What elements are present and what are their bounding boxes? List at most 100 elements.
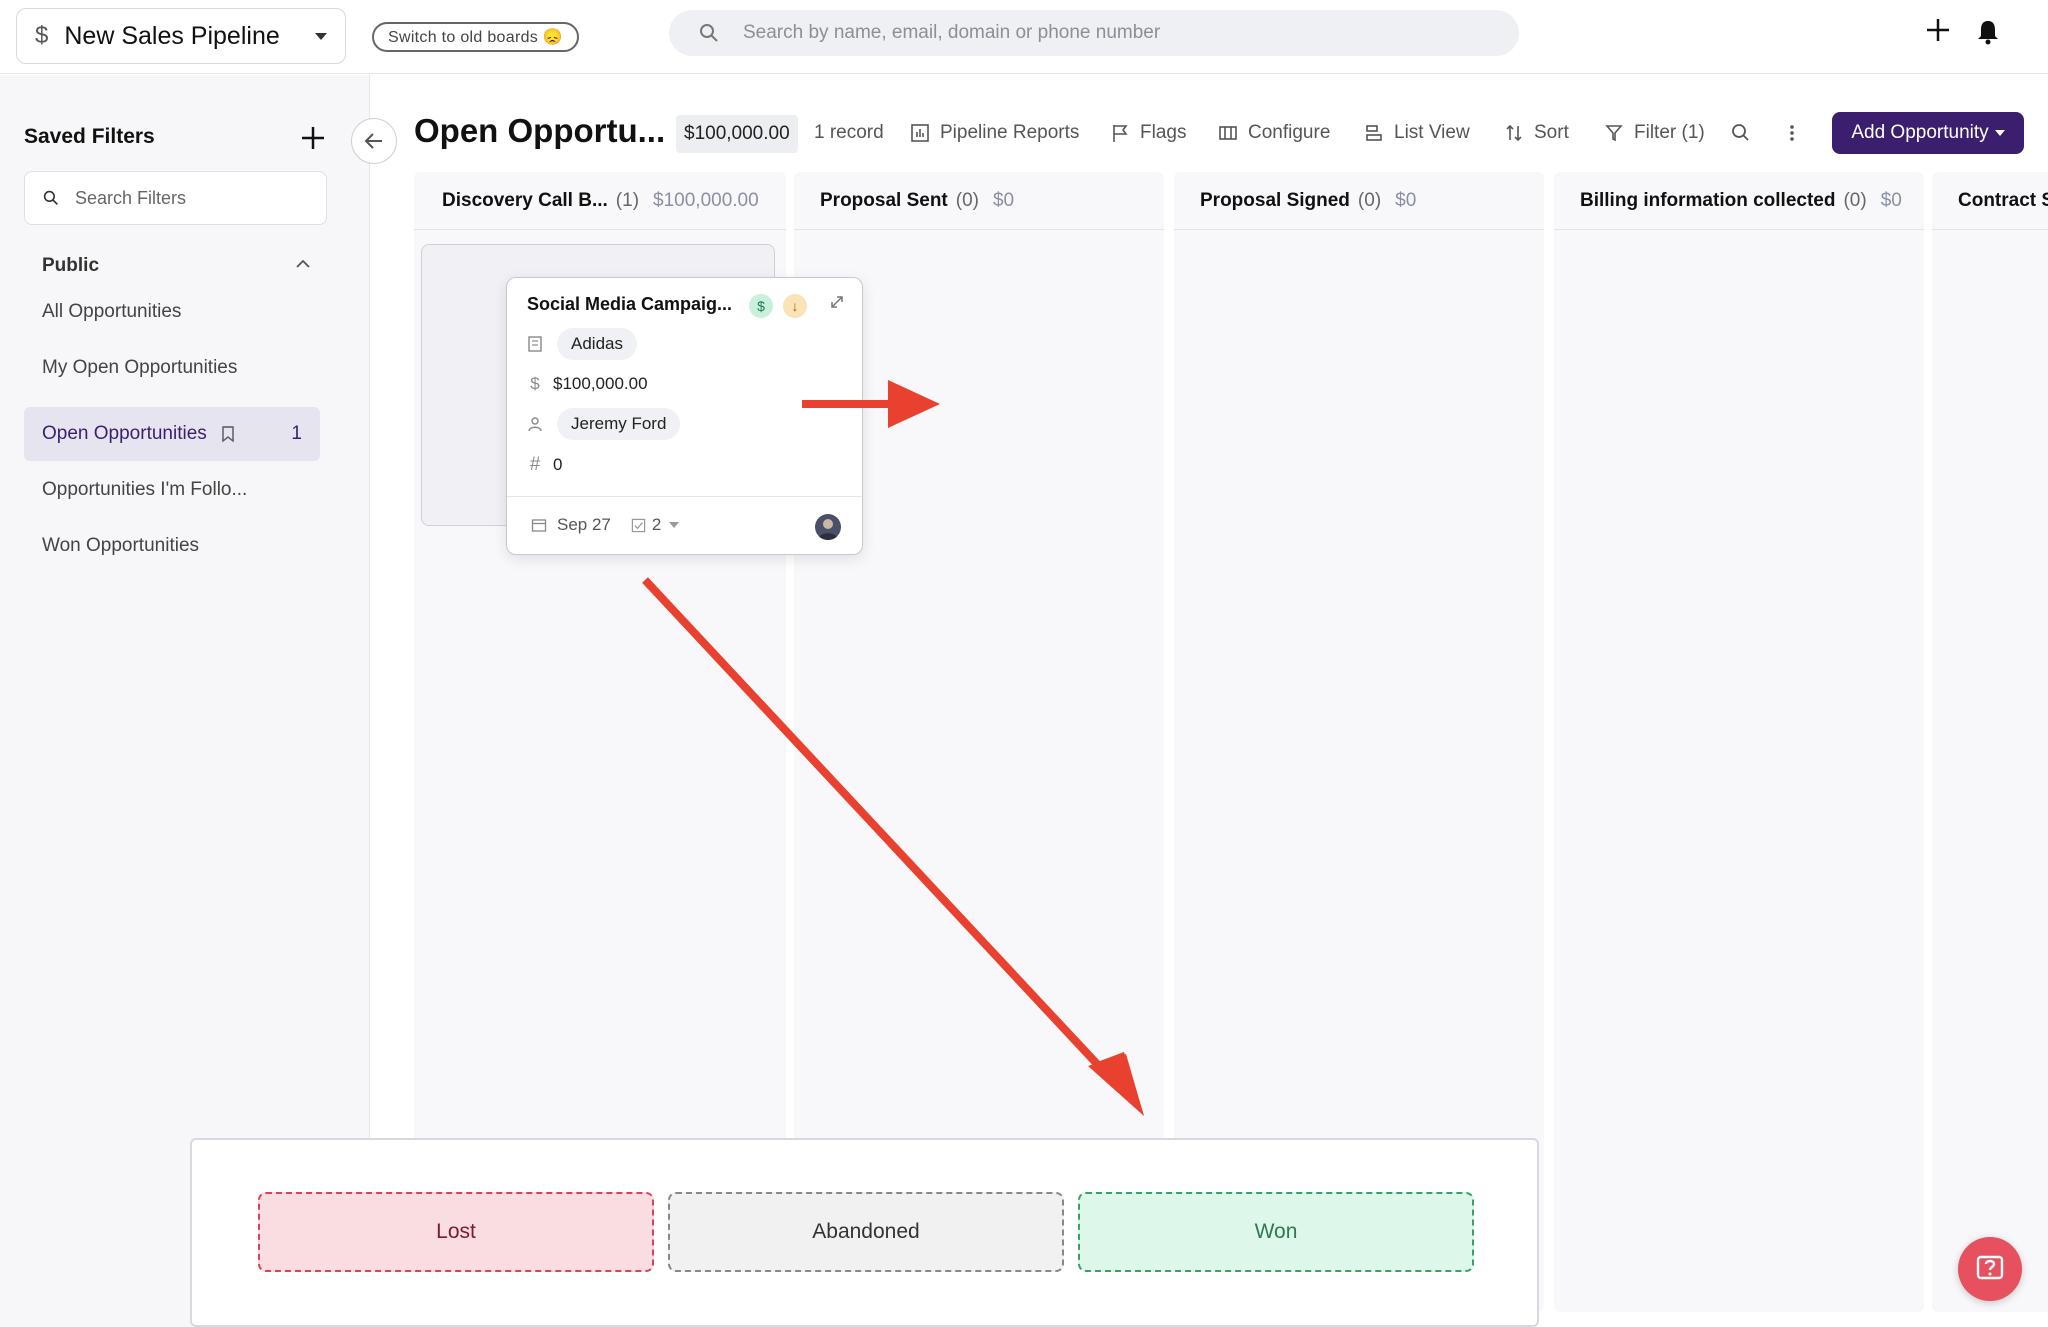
card-title: Social Media Campaig... [527, 294, 733, 314]
sidebar-item-label: Opportunities I'm Follo... [42, 479, 248, 500]
help-button[interactable] [1958, 1237, 2022, 1301]
user-icon [528, 417, 542, 432]
column-header: Proposal Signed (0) $0 [1174, 172, 1544, 230]
task-check-icon [631, 518, 646, 532]
search-icon[interactable] [1731, 123, 1751, 143]
drop-target-lost[interactable]: Lost [258, 1192, 654, 1272]
card-company-row: Adidas [527, 328, 637, 360]
global-search-input[interactable]: Search by name, email, domain or phone n… [669, 10, 1519, 56]
filter-label: Filter (1) [1634, 122, 1705, 143]
drop-target-won[interactable]: Won [1078, 1192, 1474, 1272]
column-name: Proposal Sent [820, 189, 948, 211]
list-view-button[interactable]: List View [1364, 122, 1470, 144]
sidebar-item-opportunities-following[interactable]: Opportunities I'm Follo... [24, 463, 320, 517]
search-icon [700, 24, 718, 42]
calendar-icon [531, 519, 547, 532]
status-drop-zone: Lost Abandoned Won [190, 1138, 1539, 1327]
record-count: 1 record [814, 122, 884, 143]
pipeline-column: Billing information collected (0) $0 [1554, 172, 1924, 1312]
arrow-down-badge-icon: ↓ [783, 294, 807, 318]
hash-icon: # [529, 454, 541, 475]
sidebar-item-label: All Opportunities [42, 301, 182, 322]
list-view-label: List View [1394, 122, 1470, 143]
bell-icon[interactable] [1974, 18, 2002, 46]
column-header: Proposal Sent (0) $0 [794, 172, 1164, 230]
sort-button[interactable]: Sort [1504, 122, 1569, 144]
card-value-row: $ $100,000.00 [527, 374, 648, 394]
top-bar: $ New Sales Pipeline Switch to old board… [0, 0, 2048, 74]
add-filter-icon[interactable] [300, 125, 326, 151]
public-group-label[interactable]: Public [42, 255, 99, 277]
more-options-icon[interactable] [1782, 123, 1802, 143]
opportunity-card[interactable]: Social Media Campaig... $ ↓ Adidas $ $10… [506, 277, 863, 555]
chevron-down-icon [315, 32, 327, 40]
configure-label: Configure [1248, 122, 1331, 143]
sidebar-item-my-open-opportunities[interactable]: My Open Opportunities [24, 341, 320, 395]
card-tasks-count[interactable]: 2 [652, 515, 661, 535]
chevron-up-icon[interactable] [294, 255, 312, 273]
bar-chart-icon [911, 124, 929, 142]
sidebar-item-won-opportunities[interactable]: Won Opportunities [24, 519, 320, 573]
chevron-down-icon [1994, 130, 2005, 136]
filter-search-placeholder: Search Filters [75, 187, 187, 208]
collapse-sidebar-button[interactable] [351, 118, 397, 164]
search-icon [43, 190, 58, 205]
sidebar-item-open-opportunities[interactable]: Open Opportunities 1 [24, 407, 320, 461]
pipeline-name: New Sales Pipeline [64, 21, 280, 50]
list-view-icon [1366, 125, 1382, 141]
card-number-row: # 0 [527, 454, 563, 476]
column-name: Discovery Call B... [442, 189, 608, 211]
column-amount: $0 [1395, 189, 1417, 211]
column-header: Billing information collected (0) $0 [1554, 172, 1924, 230]
column-count: (0) [955, 189, 979, 211]
sort-label: Sort [1534, 122, 1569, 143]
column-amount: $100,000.00 [653, 189, 759, 211]
card-number: 0 [553, 455, 563, 474]
add-opportunity-button[interactable]: Add Opportunity [1832, 112, 2024, 154]
filter-button[interactable]: Filter (1) [1604, 122, 1705, 144]
card-divider [507, 496, 862, 497]
help-icon [1976, 1255, 2004, 1280]
company-chip[interactable]: Adidas [557, 328, 637, 360]
pipeline-reports-button[interactable]: Pipeline Reports [910, 122, 1079, 144]
filter-search-input[interactable]: Search Filters [24, 171, 327, 225]
dollar-icon: $ [35, 22, 49, 49]
avatar [815, 514, 841, 540]
pipeline-reports-label: Pipeline Reports [940, 122, 1080, 143]
column-count: (1) [615, 189, 640, 211]
column-name: Contract S [1958, 189, 2048, 211]
column-count: (0) [1843, 189, 1867, 211]
column-count: (0) [1357, 189, 1382, 211]
switch-old-boards-button[interactable]: Switch to old boards 😞 [372, 22, 580, 52]
sidebar-item-label: Won Opportunities [42, 535, 200, 556]
add-opportunity-label: Add Opportunity [1851, 122, 1989, 143]
column-name: Proposal Signed [1200, 189, 1350, 211]
total-amount-badge: $100,000.00 [676, 115, 798, 153]
pipeline-selector[interactable]: $ New Sales Pipeline [16, 8, 346, 64]
flags-label: Flags [1140, 122, 1187, 143]
bookmark-icon[interactable] [221, 426, 235, 442]
configure-button[interactable]: Configure [1218, 122, 1330, 144]
building-icon [528, 336, 542, 352]
expand-icon[interactable] [829, 294, 845, 310]
column-header: Contract S [1932, 172, 2048, 230]
filter-icon [1605, 125, 1623, 142]
column-amount: $0 [1880, 189, 1902, 211]
column-amount: $0 [992, 189, 1015, 211]
card-value: $100,000.00 [553, 374, 648, 393]
card-date[interactable]: Sep 27 [557, 515, 611, 535]
arrow-left-icon [364, 133, 382, 149]
flag-icon [1113, 125, 1128, 142]
drop-target-abandoned[interactable]: Abandoned [668, 1192, 1064, 1272]
sidebar-item-all-opportunities[interactable]: All Opportunities [24, 285, 320, 339]
chevron-down-icon[interactable] [669, 522, 680, 528]
dollar-icon: $ [530, 374, 540, 393]
flags-button[interactable]: Flags [1110, 122, 1186, 144]
dollar-badge-icon: $ [749, 294, 773, 318]
sidebar-item-label: My Open Opportunities [42, 357, 238, 378]
column-header: Discovery Call B... (1) $100,000.00 [414, 172, 786, 230]
columns-icon [1219, 126, 1237, 140]
owner-chip[interactable]: Jeremy Ford [557, 408, 681, 440]
search-placeholder: Search by name, email, domain or phone n… [743, 22, 1161, 43]
plus-icon[interactable] [1924, 16, 1952, 44]
